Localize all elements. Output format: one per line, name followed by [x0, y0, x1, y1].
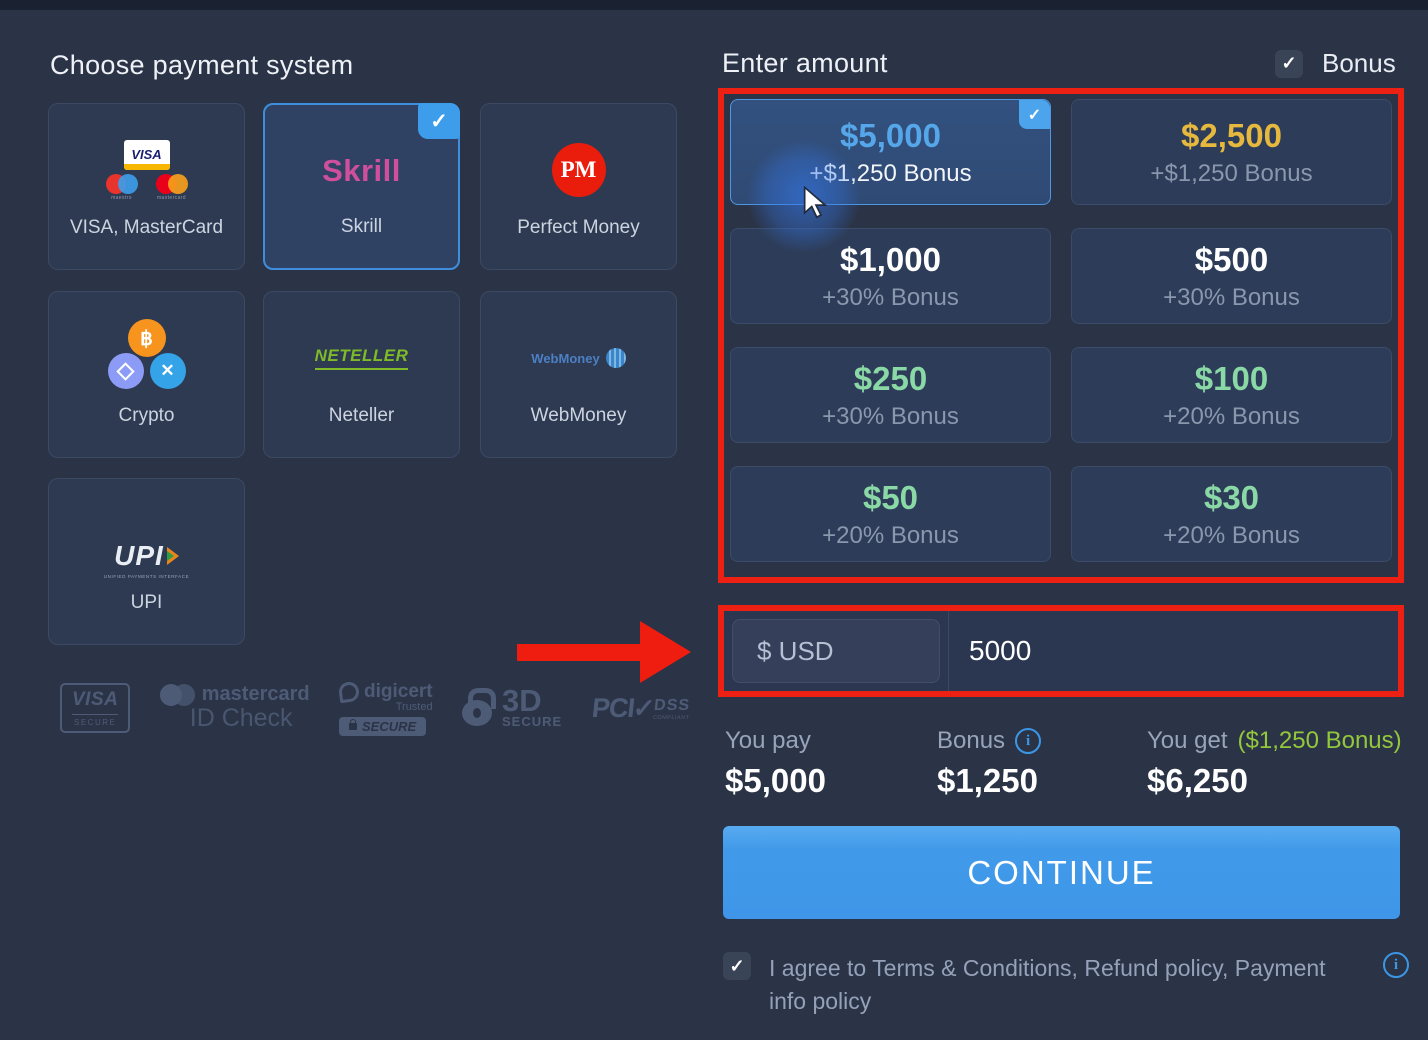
currency-select[interactable]: $ USD: [732, 619, 940, 683]
you-get-value: $6,250: [1147, 762, 1402, 800]
payment-method-webmoney[interactable]: WebMoney WebMoney: [480, 291, 677, 458]
amount-option-500[interactable]: $500 +30% Bonus: [1071, 228, 1392, 324]
you-pay-value: $5,000: [725, 762, 826, 800]
digicert-ring-icon: [338, 680, 361, 703]
skrill-logo-icon: Skrill: [265, 131, 458, 211]
payment-method-label: Skrill: [265, 216, 458, 238]
bonus-toggle-label: Bonus: [1322, 48, 1396, 79]
pci-dss-badge: PCI ✓ DSS COMPLIANT: [590, 693, 692, 724]
amount-option-250[interactable]: $250 +30% Bonus: [730, 347, 1051, 443]
neteller-logo-icon: NETELLER: [264, 318, 459, 398]
annotation-arrow: [517, 644, 645, 661]
lock-icon: [349, 723, 357, 730]
selected-check-icon: ✓: [1019, 100, 1050, 129]
agreement-checkbox[interactable]: ✓: [723, 952, 751, 980]
bonus-toggle: ✓ Bonus: [1275, 48, 1396, 79]
enter-amount-heading: Enter amount: [722, 48, 888, 79]
bonus-info-icon[interactable]: i: [1015, 728, 1041, 754]
ethereum-icon: [108, 353, 144, 389]
payment-method-visa-mastercard[interactable]: VISA maestro mastercard VISA, MasterCard: [48, 103, 245, 270]
mastercard-id-check-badge: mastercard ID Check: [160, 683, 310, 733]
visa-secure-badge: VISA SECURE: [60, 683, 130, 733]
webmoney-logo-icon: WebMoney: [481, 318, 676, 398]
you-pay-summary: You pay $5,000: [725, 727, 826, 800]
bonus-value: $1,250: [937, 762, 1041, 800]
payment-method-label: Crypto: [49, 405, 244, 427]
amount-option-30[interactable]: $30 +20% Bonus: [1071, 466, 1392, 562]
agreement-info-icon[interactable]: i: [1383, 952, 1409, 978]
you-get-bonus-note: ($1,250 Bonus): [1238, 727, 1402, 755]
mastercard-circles-icon: [160, 684, 195, 706]
currency-label: $ USD: [757, 636, 834, 667]
ripple-icon: ✕: [150, 353, 186, 389]
visa-mastercard-icon: VISA maestro mastercard: [49, 130, 244, 210]
bitcoin-icon: ฿: [128, 319, 166, 357]
visa-card-icon: VISA: [124, 140, 170, 170]
annotation-arrow-head: [640, 621, 691, 683]
payment-method-label: Perfect Money: [481, 217, 676, 239]
payment-method-label: VISA, MasterCard: [49, 217, 244, 239]
payment-method-perfect-money[interactable]: PM Perfect Money: [480, 103, 677, 270]
payment-method-label: Neteller: [264, 405, 459, 427]
amount-option-100[interactable]: $100 +20% Bonus: [1071, 347, 1392, 443]
payment-method-label: UPI: [49, 592, 244, 614]
security-badges-row: VISA SECURE mastercard ID Check digicert…: [60, 676, 690, 740]
payment-method-crypto[interactable]: ฿ ✕ Crypto: [48, 291, 245, 458]
payment-method-label: WebMoney: [481, 405, 676, 427]
payment-method-upi[interactable]: UPI UNIFIED PAYMENTS INTERFACE UPI: [48, 478, 245, 645]
amount-option-50[interactable]: $50 +20% Bonus: [730, 466, 1051, 562]
you-get-summary: You get ($1,250 Bonus) $6,250: [1147, 727, 1402, 800]
mouse-cursor-icon: [801, 186, 831, 220]
agreement-row: ✓ I agree to Terms & Conditions, Refund …: [723, 952, 1415, 1017]
choose-payment-heading: Choose payment system: [50, 50, 353, 81]
continue-button[interactable]: CONTINUE: [723, 826, 1400, 919]
amount-input[interactable]: [949, 611, 1398, 691]
perfect-money-logo-icon: PM: [481, 130, 676, 210]
top-dark-strip: [0, 0, 1428, 10]
digicert-badge: digicert Trusted SECURE: [339, 681, 433, 736]
3d-secure-badge: 3D SECURE: [462, 687, 562, 730]
webmoney-globe-icon: [606, 348, 626, 368]
amount-option-2500[interactable]: $2,500 +$1,250 Bonus: [1071, 99, 1392, 205]
payment-method-neteller[interactable]: NETELLER Neteller: [263, 291, 460, 458]
bonus-checkbox[interactable]: ✓: [1275, 50, 1303, 78]
amount-input-group: $ USD: [718, 605, 1404, 697]
crypto-coins-icon: ฿ ✕: [49, 318, 244, 398]
deposit-dialog: Choose payment system VISA maestro maste…: [0, 0, 1428, 1040]
agreement-text: I agree to Terms & Conditions, Refund po…: [769, 952, 1347, 1017]
padlock-icon: [462, 688, 496, 728]
upi-logo-icon: UPI UNIFIED PAYMENTS INTERFACE: [49, 519, 244, 599]
bonus-summary: Bonus i $1,250: [937, 727, 1041, 800]
payment-method-skrill[interactable]: ✓ Skrill Skrill: [263, 103, 460, 270]
